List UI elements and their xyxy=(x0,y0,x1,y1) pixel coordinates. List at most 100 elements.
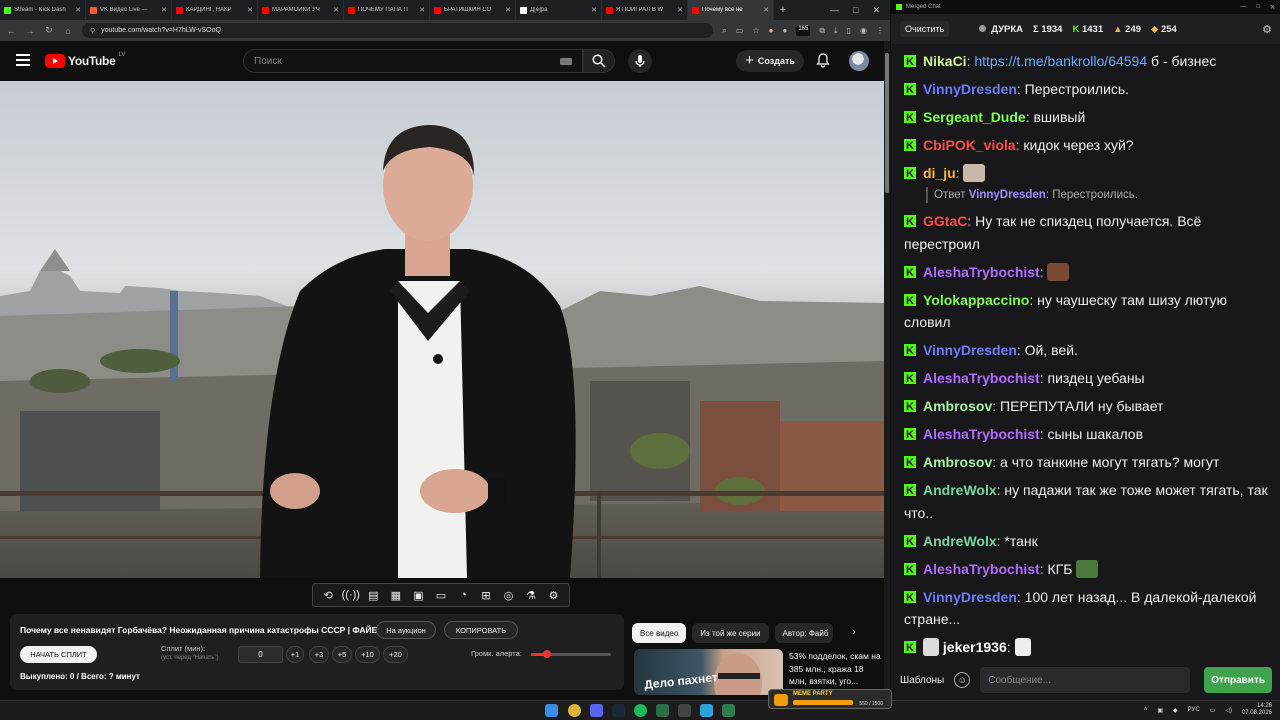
video-player[interactable] xyxy=(0,81,884,578)
tray-icon[interactable]: ▣ xyxy=(1157,707,1163,714)
home-icon[interactable]: ⌂ xyxy=(63,26,73,36)
increment-5-button[interactable]: +5 xyxy=(332,646,352,663)
auction-button[interactable]: На аукцион xyxy=(376,621,436,639)
cinema-mode-icon[interactable]: ▭ xyxy=(434,588,448,602)
chat-username[interactable]: di_ju xyxy=(923,165,956,181)
chat-username[interactable]: Sergeant_Dude xyxy=(923,109,1026,125)
bookmark-star-icon[interactable]: ☆ xyxy=(752,26,759,36)
maximize-icon[interactable]: □ xyxy=(1256,4,1260,11)
browser-tab[interactable]: БРАТИШКИН СО ✕ xyxy=(430,0,516,20)
copy-button[interactable]: КОПИРОВАТЬ xyxy=(444,621,518,639)
spotify-icon[interactable] xyxy=(634,704,647,717)
scrollbar-thumb[interactable] xyxy=(885,53,889,193)
language-indicator[interactable]: РУС xyxy=(1188,707,1200,713)
chat-username[interactable]: AndreWolx xyxy=(923,482,997,498)
chip-same-series[interactable]: Из той же серии xyxy=(692,623,769,643)
close-tab-icon[interactable]: ✕ xyxy=(505,6,511,14)
steam-icon[interactable] xyxy=(612,704,625,717)
browser-tab[interactable]: Д[e]ра ✕ xyxy=(516,0,602,20)
add-box-icon[interactable]: ⊞ xyxy=(479,588,493,602)
chip-all-videos[interactable]: Все видео xyxy=(632,623,687,643)
chat-username[interactable]: NikaCi xyxy=(923,53,967,69)
voice-search-button[interactable] xyxy=(628,49,652,73)
chevron-right-icon[interactable]: › xyxy=(852,626,856,638)
start-icon[interactable] xyxy=(545,704,558,717)
chat-link[interactable]: https://t.me/bankrollo/64594 xyxy=(974,53,1147,69)
message-input[interactable]: Сообщение... xyxy=(980,667,1191,693)
chat-username[interactable]: AleshaTrybochist xyxy=(923,264,1040,280)
zoom-icon[interactable]: ⌕ xyxy=(722,26,726,36)
site-info-icon[interactable]: ⚲ xyxy=(90,27,95,35)
close-tab-icon[interactable]: ✕ xyxy=(333,6,339,14)
templates-button[interactable]: Шаблоны xyxy=(900,675,944,686)
chip-author[interactable]: Автор: Файб xyxy=(774,623,833,643)
reply-username[interactable]: VinnyDresden xyxy=(969,189,1046,201)
create-button[interactable]: + Создать xyxy=(736,50,804,72)
browser-tab[interactable]: Я ПОИГРАЛ В W ✕ xyxy=(602,0,688,20)
browser-tab[interactable]: МАРАМОЙКИ УЧ ✕ xyxy=(258,0,344,20)
puzzle-icon[interactable]: ⧉ xyxy=(819,26,825,36)
clock[interactable]: 14:26 07.08.2026 xyxy=(1242,703,1272,717)
minimize-icon[interactable]: — xyxy=(830,5,839,16)
url-bar[interactable]: ⚲ youtube.com/watch?v=H7hLW-vSOoQ xyxy=(82,23,714,38)
search-input[interactable]: Поиск xyxy=(243,49,583,73)
emoji-icon[interactable]: ☺ xyxy=(954,672,971,688)
close-tab-icon[interactable]: ✕ xyxy=(247,6,253,14)
close-icon[interactable]: ✕ xyxy=(1270,4,1275,11)
chat-username[interactable]: GGtaC xyxy=(923,213,967,229)
related-video-title[interactable]: 53% подделок, скам на 385 млн., кража 18… xyxy=(789,650,881,688)
close-tab-icon[interactable]: ✕ xyxy=(161,6,167,14)
increment-10-button[interactable]: +10 xyxy=(355,646,380,663)
chat-username[interactable]: VinnyDresden xyxy=(923,342,1017,358)
close-icon[interactable]: ✕ xyxy=(872,5,880,16)
gear-icon[interactable]: ⚙ xyxy=(1262,23,1272,36)
new-tab-button[interactable]: + xyxy=(774,4,792,16)
profile-icon[interactable]: ◉ xyxy=(860,26,867,36)
chat-username[interactable]: VinnyDresden xyxy=(923,589,1017,605)
chat-username[interactable]: Ambrosov xyxy=(923,454,992,470)
chevron-up-icon[interactable]: ˄ xyxy=(1144,707,1148,713)
alert-volume-slider[interactable] xyxy=(531,650,611,658)
volume-icon[interactable]: ◁) xyxy=(1225,707,1232,714)
youtube-logo[interactable]: YouTube LV xyxy=(45,52,125,68)
tray-icon[interactable]: ◆ xyxy=(1173,707,1178,714)
browser-tab[interactable]: Почему все не ✕ xyxy=(688,0,774,20)
menu-icon[interactable] xyxy=(16,54,30,66)
back-icon[interactable]: ← xyxy=(6,26,16,36)
reload-icon[interactable]: ↻ xyxy=(44,25,54,36)
close-tab-icon[interactable]: ✕ xyxy=(677,6,683,14)
network-icon[interactable]: ▭ xyxy=(1210,707,1216,714)
chat-username[interactable]: AleshaTrybochist xyxy=(923,370,1040,386)
settings-icon[interactable]: ⚙ xyxy=(547,588,561,602)
chat-username[interactable]: VinnyDresden xyxy=(923,81,1017,97)
split-minutes-input[interactable]: 0 xyxy=(238,646,283,663)
start-split-button[interactable]: НАЧАТЬ СПЛИТ xyxy=(20,646,97,663)
close-tab-icon[interactable]: ✕ xyxy=(419,6,425,14)
alert-volume-knob[interactable] xyxy=(543,650,551,658)
download-icon[interactable]: ⤓ xyxy=(834,26,838,36)
extension-icon[interactable]: ● xyxy=(769,26,774,36)
clapperboard-icon[interactable]: ▦ xyxy=(389,588,403,602)
discord-icon[interactable] xyxy=(590,704,603,717)
close-tab-icon[interactable]: ✕ xyxy=(763,6,769,14)
telegram-icon[interactable] xyxy=(700,704,713,717)
extension-icon[interactable]: ● xyxy=(782,26,787,36)
browser-tab[interactable]: ПОЧЕМУ ПАПА П ✕ xyxy=(344,0,430,20)
chat-username[interactable]: jeker1936 xyxy=(943,639,1007,655)
close-tab-icon[interactable]: ✕ xyxy=(591,6,597,14)
chat-username[interactable]: AleshaTrybochist xyxy=(923,561,1040,577)
menu-icon[interactable]: ⋮ xyxy=(876,26,884,36)
chrome-icon[interactable] xyxy=(568,704,581,717)
flask-icon[interactable]: ⚗ xyxy=(524,588,538,602)
maximize-icon[interactable]: □ xyxy=(853,5,858,16)
forward-icon[interactable]: → xyxy=(25,26,35,36)
browser-tab[interactable]: Stream - Kick Dash ✕ xyxy=(0,0,86,20)
send-button[interactable]: Отправить xyxy=(1204,667,1272,693)
loop-icon[interactable]: ⟲ xyxy=(321,588,335,602)
app-icon[interactable] xyxy=(678,704,691,717)
search-button[interactable] xyxy=(583,49,615,73)
app-icon[interactable] xyxy=(722,704,735,717)
app-icon[interactable] xyxy=(656,704,669,717)
chat-username[interactable]: Yolokappaccino xyxy=(923,292,1029,308)
chat-username[interactable]: AleshaTrybochist xyxy=(923,426,1040,442)
